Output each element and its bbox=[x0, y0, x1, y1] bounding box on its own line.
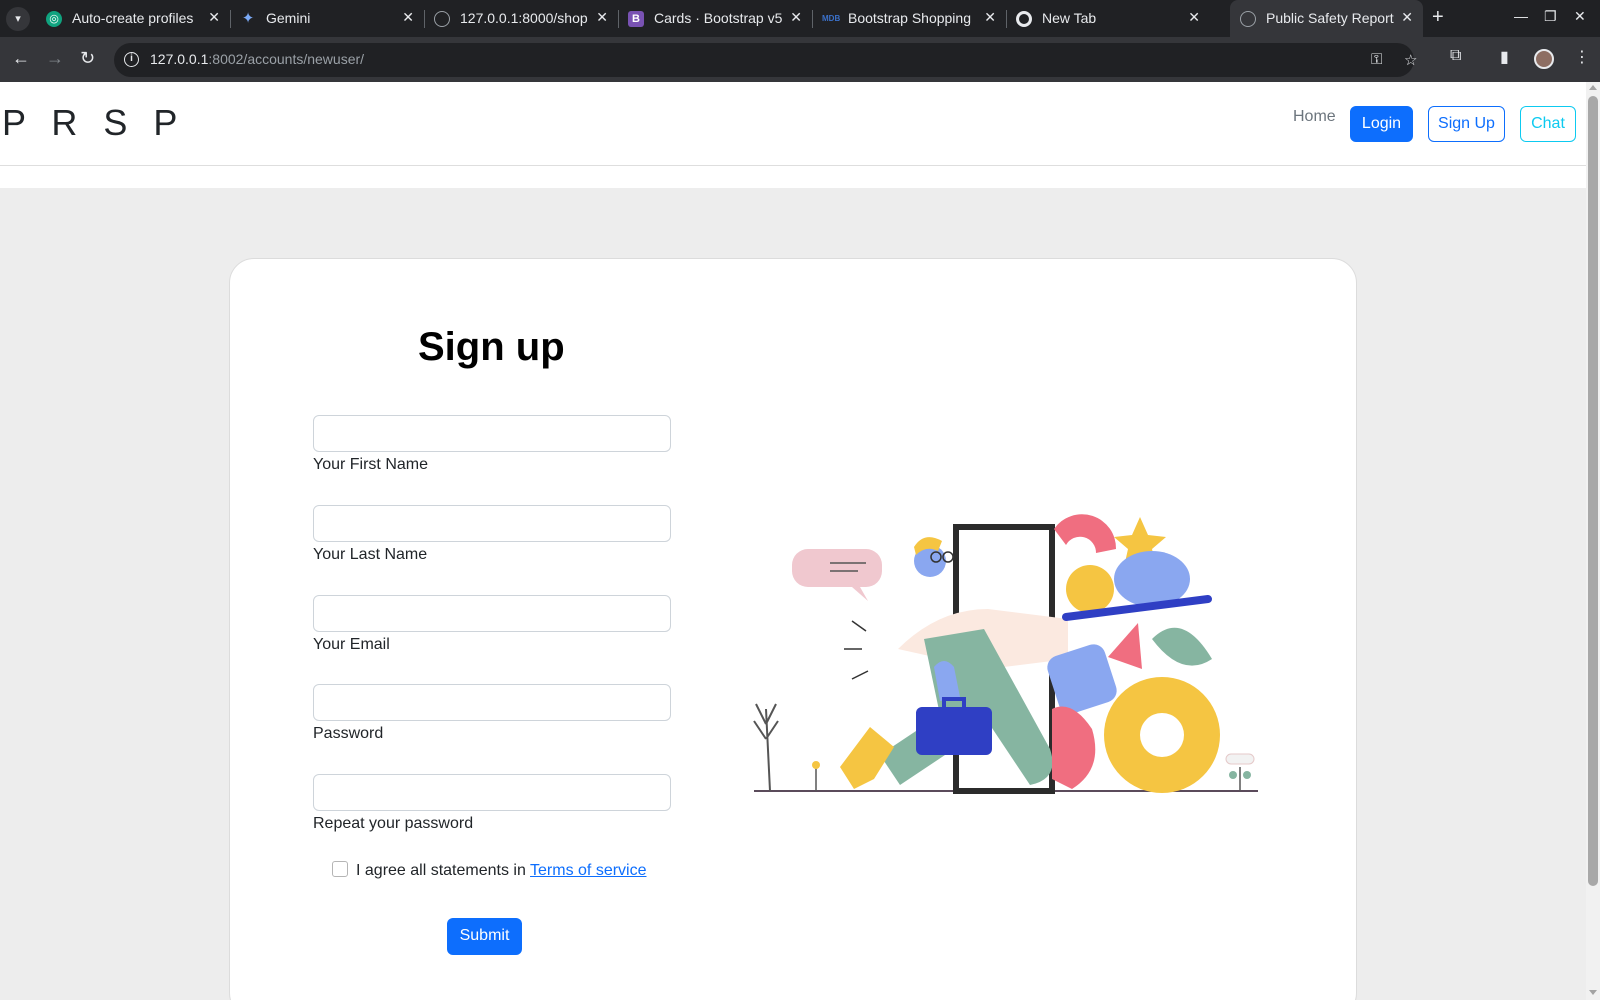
tab-title: Auto-create profiles bbox=[72, 10, 194, 26]
tab-title: Gemini bbox=[266, 10, 311, 26]
url-host: 127.0.0.1 bbox=[150, 51, 209, 67]
email-label: Your Email bbox=[313, 636, 390, 653]
extensions-puzzle-icon[interactable]: ⧉ bbox=[1450, 47, 1461, 65]
browser-tab-strip: ▾ ◎ Auto-create profiles ✕ ✦ Gemini ✕ 12… bbox=[0, 0, 1600, 37]
signup-illustration bbox=[753, 514, 1258, 794]
agree-text: I agree all statements in bbox=[356, 862, 531, 879]
tab-title: Bootstrap Shopping bbox=[848, 10, 971, 26]
repeat-password-input[interactable] bbox=[313, 774, 671, 811]
last-name-input[interactable] bbox=[313, 505, 671, 542]
email-input[interactable] bbox=[313, 595, 671, 632]
tab-title: New Tab bbox=[1042, 10, 1097, 26]
browser-tab[interactable]: New Tab ✕ bbox=[1006, 0, 1210, 37]
close-icon[interactable]: ✕ bbox=[402, 9, 414, 26]
first-name-group: Your First Name bbox=[313, 415, 673, 474]
page-viewport: P R S P Home Login Sign Up Chat Sign up … bbox=[0, 82, 1586, 1000]
last-name-group: Your Last Name bbox=[313, 505, 673, 564]
tab-title: 127.0.0.1:8000/shop bbox=[460, 10, 588, 26]
chrome-icon bbox=[1016, 11, 1032, 27]
browser-tab[interactable]: ◎ Auto-create profiles ✕ bbox=[36, 0, 231, 37]
agree-checkbox[interactable] bbox=[332, 861, 348, 877]
restore-icon[interactable]: ❐ bbox=[1544, 8, 1557, 25]
browser-tab[interactable]: 127.0.0.1:8000/shop ✕ bbox=[424, 0, 619, 37]
forward-arrow-icon[interactable]: → bbox=[46, 48, 64, 68]
minimize-icon[interactable]: — bbox=[1514, 8, 1528, 24]
email-group: Your Email bbox=[313, 595, 673, 654]
password-input[interactable] bbox=[313, 684, 671, 721]
close-icon[interactable]: ✕ bbox=[1188, 9, 1200, 26]
close-icon[interactable]: ✕ bbox=[984, 9, 996, 26]
tab-title: Cards · Bootstrap v5 bbox=[654, 10, 783, 26]
close-icon[interactable]: ✕ bbox=[596, 9, 608, 26]
gemini-sparkle-icon: ✦ bbox=[241, 10, 255, 27]
chatgpt-icon: ◎ bbox=[46, 11, 62, 27]
globe-icon bbox=[1240, 11, 1256, 27]
chat-button[interactable]: Chat bbox=[1520, 106, 1576, 142]
browser-toolbar: ← → ↻ i 127.0.0.1:8002/accounts/newuser/… bbox=[0, 37, 1600, 82]
url-path: :8002/accounts/newuser/ bbox=[208, 51, 365, 67]
browser-tab[interactable]: MDB Bootstrap Shopping ✕ bbox=[812, 0, 1007, 37]
repeat-password-label: Repeat your password bbox=[313, 815, 474, 832]
nav-home-link[interactable]: Home bbox=[1293, 108, 1336, 126]
reload-icon[interactable]: ↻ bbox=[80, 48, 95, 68]
bookmark-star-icon[interactable]: ☆ bbox=[1404, 51, 1417, 69]
back-arrow-icon[interactable]: ← bbox=[12, 48, 30, 68]
new-tab-plus-icon[interactable]: + bbox=[1432, 6, 1444, 29]
address-bar[interactable]: i 127.0.0.1:8002/accounts/newuser/ ⚿ ☆ bbox=[114, 43, 1417, 77]
submit-button[interactable]: Submit bbox=[447, 918, 522, 955]
terms-of-service-link[interactable]: Terms of service bbox=[530, 862, 646, 879]
terms-agreement: I agree all statements in Terms of servi… bbox=[332, 861, 647, 880]
browser-tab[interactable]: ✦ Gemini ✕ bbox=[230, 0, 425, 37]
kebab-menu-icon[interactable]: ⋮ bbox=[1574, 47, 1590, 67]
tab-title: Public Safety Report bbox=[1266, 10, 1394, 26]
mdb-icon: MDB bbox=[822, 14, 841, 23]
first-name-label: Your First Name bbox=[313, 456, 428, 473]
bootstrap-icon: B bbox=[628, 11, 644, 27]
scrollbar-thumb[interactable] bbox=[1588, 96, 1598, 886]
browser-tab[interactable]: B Cards · Bootstrap v5 ✕ bbox=[618, 0, 813, 37]
signup-card: Sign up Your First Name Your Last Name Y… bbox=[229, 258, 1357, 1000]
site-navbar: P R S P Home Login Sign Up Chat bbox=[0, 82, 1586, 166]
side-panel-icon[interactable]: ▮ bbox=[1500, 47, 1509, 67]
close-icon[interactable]: ✕ bbox=[1401, 9, 1413, 26]
password-label: Password bbox=[313, 725, 384, 742]
navbar-spacer bbox=[0, 166, 1586, 188]
scroll-up-arrow-icon[interactable] bbox=[1589, 85, 1597, 90]
password-group: Password bbox=[313, 684, 673, 743]
url-text[interactable]: 127.0.0.1:8002/accounts/newuser/ bbox=[150, 51, 364, 67]
profile-avatar[interactable] bbox=[1534, 49, 1554, 69]
password-key-icon[interactable]: ⚿ bbox=[1371, 51, 1382, 68]
repeat-password-group: Repeat your password bbox=[313, 774, 673, 833]
close-icon[interactable]: ✕ bbox=[790, 9, 802, 26]
signup-button[interactable]: Sign Up bbox=[1428, 106, 1505, 142]
globe-icon bbox=[434, 11, 450, 27]
login-button[interactable]: Login bbox=[1350, 106, 1413, 142]
site-info-icon[interactable]: i bbox=[124, 52, 139, 67]
scroll-down-arrow-icon[interactable] bbox=[1589, 990, 1597, 995]
brand-logo[interactable]: P R S P bbox=[2, 102, 185, 144]
close-window-icon[interactable]: ✕ bbox=[1574, 8, 1586, 25]
page-title: Sign up bbox=[418, 325, 565, 369]
close-icon[interactable]: ✕ bbox=[208, 9, 220, 26]
browser-tab-active[interactable]: Public Safety Report ✕ bbox=[1230, 0, 1423, 37]
last-name-label: Your Last Name bbox=[313, 546, 428, 563]
first-name-input[interactable] bbox=[313, 415, 671, 452]
tab-search-chevron-icon[interactable]: ▾ bbox=[6, 7, 30, 31]
page-scrollbar[interactable] bbox=[1586, 82, 1600, 1000]
